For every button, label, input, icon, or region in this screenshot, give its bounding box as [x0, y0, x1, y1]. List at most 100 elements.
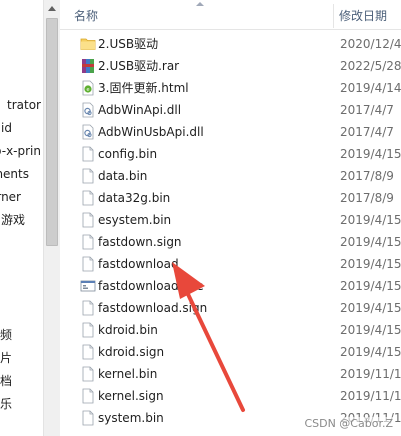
- file-date-modified: 2019/11/14: [340, 389, 401, 403]
- file-row[interactable]: AdbWinApi.dll 2017/4/7: [60, 99, 401, 121]
- file-date-modified: 2019/4/15: [340, 257, 401, 271]
- file-list-pane: 名称 修改日期 2.USB驱动 2020/12/4 2.USB驱动.rar 2022/…: [60, 0, 401, 436]
- exe-file-icon: [80, 278, 96, 294]
- file-row[interactable]: fastdownload 2019/4/15: [60, 253, 401, 275]
- file-date-modified: 2017/8/9: [340, 191, 394, 205]
- nav-item-label: id: [1, 121, 12, 135]
- file-name: system.bin: [98, 411, 164, 425]
- nav-item[interactable]: trator: [0, 95, 43, 115]
- nav-item[interactable]: 频: [0, 325, 43, 345]
- file-date-modified: 2022/5/28: [340, 59, 401, 73]
- file-name: 3.固件更新.html: [98, 81, 189, 95]
- file-name: kernel.sign: [98, 389, 164, 403]
- nav-item[interactable]: 游戏: [0, 210, 43, 230]
- nav-item[interactable]: ments: [0, 164, 43, 184]
- file-name: fastdownload.sign: [98, 301, 208, 315]
- file-row[interactable]: kdroid.bin 2019/4/15: [60, 319, 401, 341]
- file-date-modified: 2019/4/15: [340, 235, 401, 249]
- nav-item-label: 游戏: [0, 213, 25, 227]
- file-date-modified: 2019/4/15: [340, 213, 401, 227]
- nav-item[interactable]: o-x-prin: [0, 141, 43, 161]
- file-date-modified: 2017/8/9: [340, 169, 394, 183]
- file-date-modified: 2019/11/14: [340, 367, 401, 381]
- scrollbar-thumb[interactable]: [46, 18, 58, 246]
- file-name: kernel.bin: [98, 367, 158, 381]
- file-icon: [80, 256, 95, 272]
- file-name: data.bin: [98, 169, 148, 183]
- file-date-modified: 2019/4/15: [340, 345, 401, 359]
- file-row[interactable]: data32g.bin 2017/8/9: [60, 187, 401, 209]
- file-row[interactable]: kernel.bin 2019/11/14: [60, 363, 401, 385]
- file-row[interactable]: AdbWinUsbApi.dll 2017/4/7: [60, 121, 401, 143]
- folder-icon: [80, 36, 96, 52]
- file-date-modified: 2019/4/15: [340, 301, 401, 315]
- file-icon: [80, 168, 95, 184]
- file-name: AdbWinUsbApi.dll: [98, 125, 204, 139]
- file-row[interactable]: 2.USB驱动 2020/12/4: [60, 33, 401, 55]
- file-icon: [80, 190, 95, 206]
- file-list: 2.USB驱动 2020/12/4 2.USB驱动.rar 2022/5/28 e 3.固…: [60, 33, 401, 429]
- scroll-up-button[interactable]: [44, 0, 60, 17]
- file-row[interactable]: data.bin 2017/8/9: [60, 165, 401, 187]
- file-row[interactable]: esystem.bin 2019/4/15: [60, 209, 401, 231]
- column-header-date-modified[interactable]: 修改日期: [335, 0, 401, 30]
- nav-item-label: rner: [0, 190, 21, 204]
- file-icon: [80, 234, 95, 250]
- file-name: data32g.bin: [98, 191, 171, 205]
- nav-item[interactable]: 乐: [0, 394, 43, 414]
- file-row[interactable]: config.bin 2019/4/15: [60, 143, 401, 165]
- file-row[interactable]: fastdown.sign 2019/4/15: [60, 231, 401, 253]
- nav-item[interactable]: rner: [0, 187, 43, 207]
- file-icon: [80, 344, 95, 360]
- svg-text:e: e: [86, 87, 89, 93]
- file-row[interactable]: 2.USB驱动.rar 2022/5/28: [60, 55, 401, 77]
- file-icon: [80, 366, 95, 382]
- column-divider[interactable]: [333, 4, 334, 28]
- nav-item-label: 档: [0, 374, 12, 388]
- file-name: fastdownload: [98, 257, 179, 271]
- navigation-pane: trator id o-x-prin ments rner 游戏 频 片 档 乐: [0, 0, 43, 436]
- file-name: esystem.bin: [98, 213, 172, 227]
- arrow-up-icon: [48, 6, 56, 11]
- file-name: fastdown.sign: [98, 235, 182, 249]
- file-icon: [80, 388, 95, 404]
- file-row[interactable]: kdroid.sign 2019/4/15: [60, 341, 401, 363]
- file-icon: [80, 322, 95, 338]
- file-icon: [80, 146, 95, 162]
- rar-archive-icon: [80, 58, 95, 74]
- file-date-modified: 2019/4/15: [340, 279, 401, 293]
- file-row[interactable]: fastdownload.exe 2019/4/15: [60, 275, 401, 297]
- nav-item-label: trator: [7, 98, 41, 112]
- file-date-modified: 2020/12/4: [340, 37, 401, 51]
- nav-item-label: 频: [0, 328, 12, 342]
- nav-item-label: 乐: [0, 397, 12, 411]
- file-date-modified: 2019/4/14: [340, 81, 401, 95]
- nav-item-label: ments: [0, 167, 29, 181]
- file-icon: [80, 300, 95, 316]
- nav-item[interactable]: 片: [0, 348, 43, 368]
- dll-file-icon: [80, 124, 95, 140]
- file-icon: [80, 212, 95, 228]
- file-name: 2.USB驱动: [98, 37, 159, 51]
- file-date-modified: 2017/4/7: [340, 103, 394, 117]
- nav-item[interactable]: id: [0, 118, 43, 138]
- file-date-modified: 2019/4/15: [340, 147, 401, 161]
- nav-item[interactable]: 档: [0, 371, 43, 391]
- file-name: kdroid.bin: [98, 323, 158, 337]
- file-name: config.bin: [98, 147, 158, 161]
- file-date-modified: 2019/4/15: [340, 323, 401, 337]
- file-icon: [80, 410, 95, 426]
- watermark: CSDN @Cabor.Z: [304, 417, 393, 430]
- navigation-scrollbar[interactable]: [43, 0, 60, 436]
- file-name: kdroid.sign: [98, 345, 165, 359]
- nav-item-label: o-x-prin: [0, 144, 41, 158]
- file-row[interactable]: kernel.sign 2019/11/14: [60, 385, 401, 407]
- file-row[interactable]: fastdownload.sign 2019/4/15: [60, 297, 401, 319]
- file-row[interactable]: e 3.固件更新.html 2019/4/14: [60, 77, 401, 99]
- file-name: 2.USB驱动.rar: [98, 59, 180, 73]
- html-file-icon: e: [80, 80, 95, 96]
- file-name: AdbWinApi.dll: [98, 103, 182, 117]
- column-header-row: 名称 修改日期: [60, 0, 401, 30]
- dll-file-icon: [80, 102, 95, 118]
- column-header-name[interactable]: 名称: [60, 0, 334, 30]
